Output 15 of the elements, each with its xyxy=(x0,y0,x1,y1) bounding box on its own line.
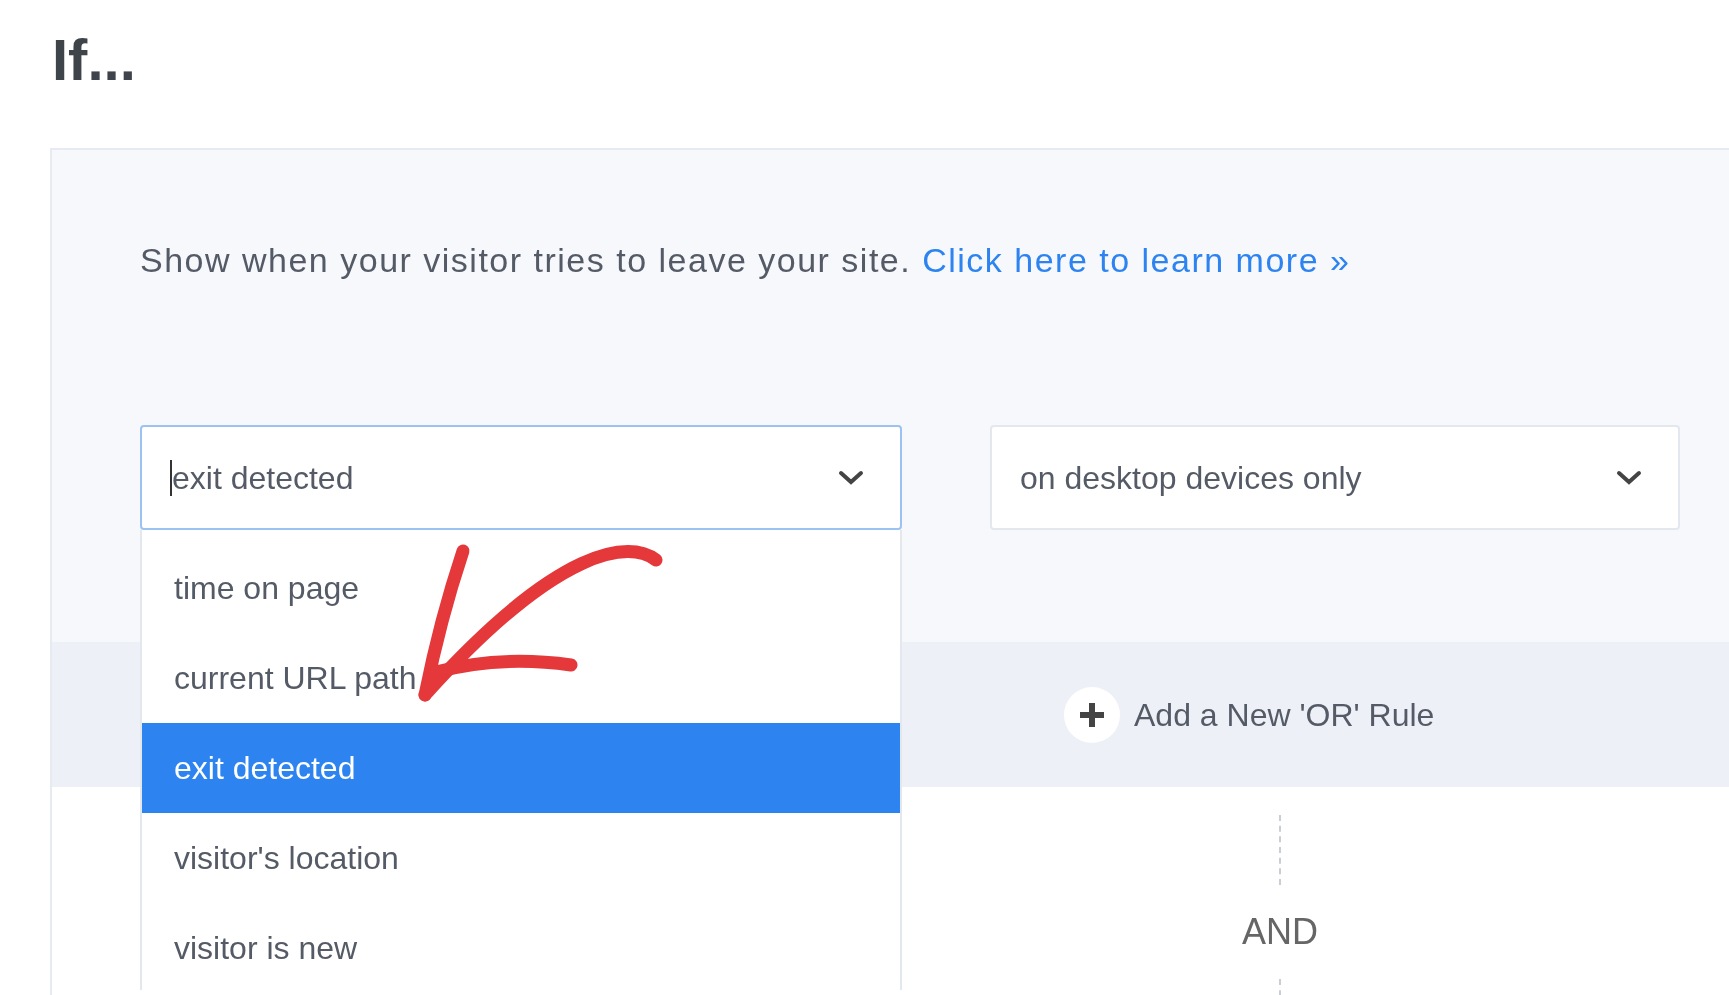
dropdown-option[interactable]: current URL path xyxy=(142,633,900,723)
dropdown-option[interactable]: visitor is new xyxy=(142,903,900,993)
description-text: Show when your visitor tries to leave your site. Click here to learn more » xyxy=(140,242,1352,278)
learn-more-link[interactable]: Click here to learn more » xyxy=(922,241,1351,279)
text-cursor xyxy=(170,459,172,496)
dropdown-option[interactable]: time on page xyxy=(142,543,900,633)
dropdown-option[interactable]: visitor's location xyxy=(142,813,900,903)
device-dropdown[interactable]: on desktop devices only xyxy=(990,425,1680,530)
add-or-rule-button[interactable]: Add a New 'OR' Rule xyxy=(1064,686,1435,743)
dropdown-option[interactable]: exit detected xyxy=(142,723,900,813)
and-connector-label: AND xyxy=(1242,910,1318,954)
section-heading: If... xyxy=(52,26,136,94)
chevron-down-icon xyxy=(838,469,864,486)
chevron-down-icon xyxy=(1616,469,1642,486)
condition-dropdown[interactable]: exit detected xyxy=(140,425,902,530)
